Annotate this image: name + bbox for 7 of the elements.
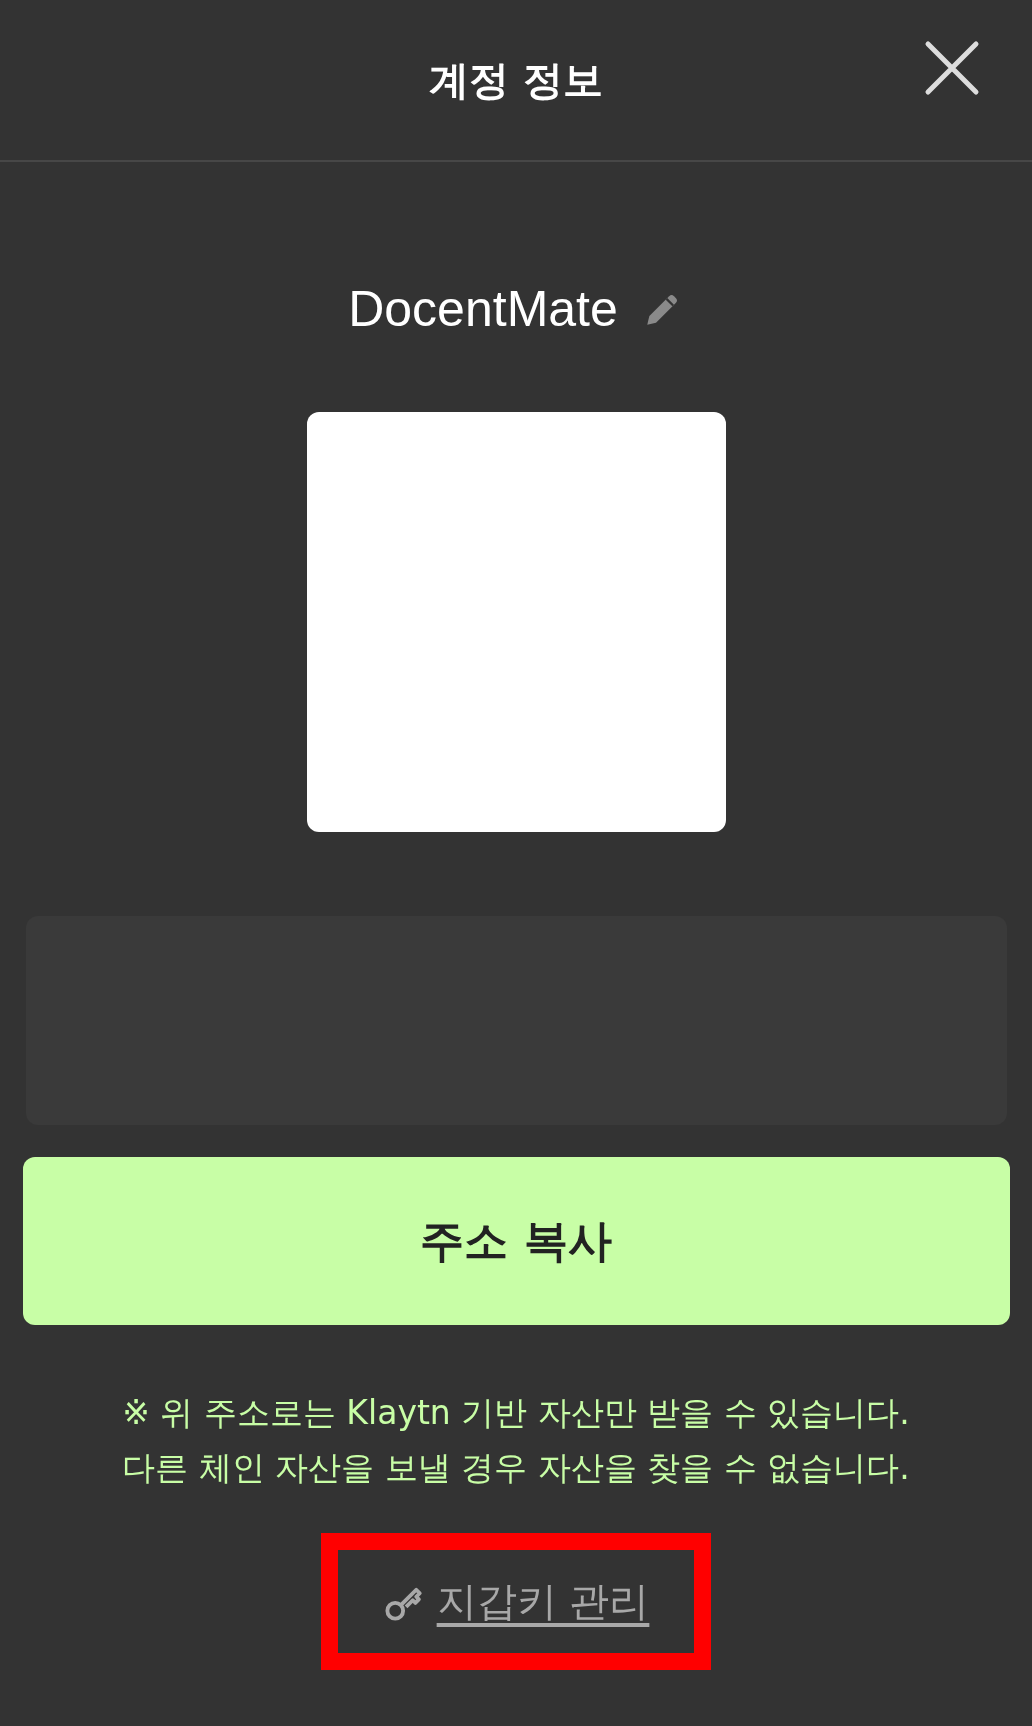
close-button[interactable] [924, 40, 980, 96]
window-title: 계정 정보 [429, 55, 603, 105]
account-name: DocentMate [348, 280, 618, 338]
notice-text: ※ 위 주소로는 Klaytn 기반 자산만 받을 수 있습니다. 다른 체인 자산을 보낼 경우 자산을 찾을 수 없습니다. [122, 1392, 910, 1489]
close-icon [924, 40, 980, 96]
wallet-key-link[interactable]: 지갑키 관리 [382, 1574, 650, 1629]
copy-address-button[interactable]: 주소 복사 [22, 1157, 1010, 1325]
